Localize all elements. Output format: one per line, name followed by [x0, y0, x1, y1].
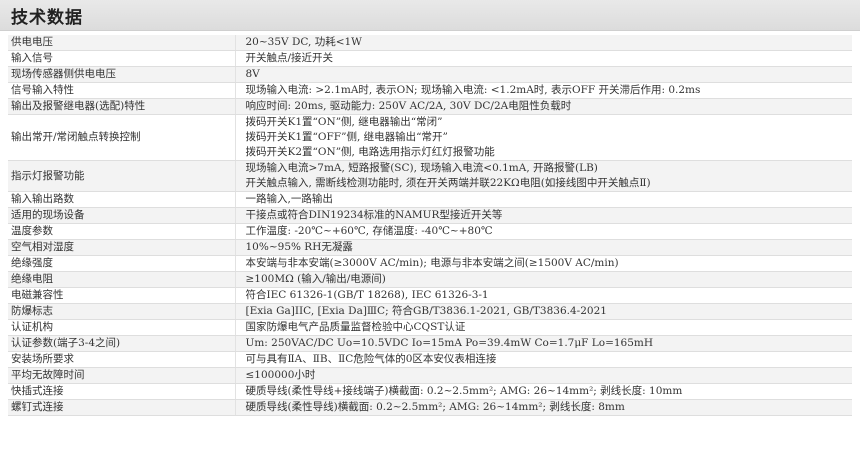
spec-label: 快插式连接 [8, 383, 236, 400]
spec-value-line: 拨码开关K1置“ON”侧, 继电器输出“常闭” [245, 116, 443, 128]
spec-value: 工作温度: -20℃~+60℃, 存储温度: -40℃~+80℃ [235, 223, 852, 240]
table-row: 空气相对湿度 10%~95% RH无凝露 [8, 239, 852, 256]
spec-label: 输入输出路数 [8, 191, 236, 208]
spec-value: 20~35V DC, 功耗<1W [235, 35, 852, 51]
spec-value-line: Um: 250VAC/DC Uo=10.5VDC Io=15mA Po=39.4… [245, 337, 654, 349]
spec-value: 硬质导线(柔性导线+接线端子)横截面: 0.2~2.5mm²; AMG: 26~… [235, 383, 852, 400]
table-row: 供电电压 20~35V DC, 功耗<1W [8, 35, 852, 51]
spec-value: 8V [235, 66, 852, 83]
spec-label: 安装场所要求 [8, 351, 236, 368]
spec-label: 输出常开/常闭触点转换控制 [8, 114, 236, 161]
spec-value: [Exia Ga]IIC, [Exia Da]ⅢC; 符合GB/T3836.1-… [235, 303, 852, 320]
spec-label: 输入信号 [8, 50, 236, 67]
spec-label: 电磁兼容性 [8, 287, 236, 304]
table-row: 平均无故障时间 ≤100000小时 [8, 367, 852, 384]
spec-value-line: 符合IEC 61326-1(GB/T 18268), IEC 61326-3-1 [245, 289, 489, 301]
spec-value-line: 响应时间: 20ms, 驱动能力: 250V AC/2A, 30V DC/2A电… [245, 100, 572, 112]
spec-value-line: 硬质导线(柔性导线)横截面: 0.2~2.5mm²; AMG: 26~14mm²… [245, 401, 625, 413]
spec-label: 绝缘强度 [8, 255, 236, 272]
spec-label: 供电电压 [8, 35, 236, 51]
table-row: 指示灯报警功能 现场输入电流>7mA, 短路报警(SC), 现场输入电流<0.1m… [8, 160, 852, 192]
spec-value-line: ≤100000小时 [245, 369, 316, 381]
table-row: 信号输入特性 现场输入电流: >2.1mA时, 表示ON; 现场输入电流: <1.… [8, 82, 852, 99]
table-row: 快插式连接 硬质导线(柔性导线+接线端子)横截面: 0.2~2.5mm²; AMG… [8, 383, 852, 400]
spec-value: ≤100000小时 [235, 367, 852, 384]
spec-label: 平均无故障时间 [8, 367, 236, 384]
spec-value: ≥100MΩ (输入/输出/电源间) [235, 271, 852, 288]
spec-value: 国家防爆电气产品质量监督检验中心CQST认证 [235, 319, 852, 336]
table-row: 电磁兼容性 符合IEC 61326-1(GB/T 18268), IEC 6132… [8, 287, 852, 304]
spec-label: 绝缘电阻 [8, 271, 236, 288]
table-row: 输入信号 开关触点/接近开关 [8, 50, 852, 67]
spec-label: 输出及报警继电器(选配)特性 [8, 98, 236, 115]
spec-value-line: 现场输入电流: >2.1mA时, 表示ON; 现场输入电流: <1.2mA时, … [245, 84, 701, 96]
header-bar: 技术数据 [0, 0, 860, 31]
spec-value-line: 20~35V DC, 功耗<1W [245, 36, 362, 48]
spec-value: 干接点或符合DIN19234标准的NAMUR型接近开关等 [235, 207, 852, 224]
table-row: 安装场所要求 可与具有ⅡA、ⅡB、ⅡC危险气体的0区本安仪表相连接 [8, 351, 852, 368]
spec-label: 认证机构 [8, 319, 236, 336]
table-row: 输入输出路数 一路输入,一路输出 [8, 191, 852, 208]
spec-label: 螺钉式连接 [8, 399, 236, 416]
table-row: 认证机构 国家防爆电气产品质量监督检验中心CQST认证 [8, 319, 852, 336]
table-row: 适用的现场设备 干接点或符合DIN19234标准的NAMUR型接近开关等 [8, 207, 852, 224]
spec-value: 本安端与非本安端(≥3000V AC/min); 电源与非本安端之间(≥1500… [235, 255, 852, 272]
spec-value-line: 工作温度: -20℃~+60℃, 存储温度: -40℃~+80℃ [245, 225, 493, 237]
spec-value-line: 10%~95% RH无凝露 [245, 241, 353, 253]
table-row: 输出常开/常闭触点转换控制 拨码开关K1置“ON”侧, 继电器输出“常闭” 拨码开关… [8, 114, 852, 161]
table-row: 温度参数 工作温度: -20℃~+60℃, 存储温度: -40℃~+80℃ [8, 223, 852, 240]
spec-value: 一路输入,一路输出 [235, 191, 852, 208]
spec-label: 现场传感器侧供电电压 [8, 66, 236, 83]
spec-value-line: [Exia Ga]IIC, [Exia Da]ⅢC; 符合GB/T3836.1-… [245, 305, 607, 317]
spec-value: 符合IEC 61326-1(GB/T 18268), IEC 61326-3-1 [235, 287, 852, 304]
spec-label: 温度参数 [8, 223, 236, 240]
spec-value: 开关触点/接近开关 [235, 50, 852, 67]
table-row: 防爆标志 [Exia Ga]IIC, [Exia Da]ⅢC; 符合GB/T383… [8, 303, 852, 320]
spec-value-line: 可与具有ⅡA、ⅡB、ⅡC危险气体的0区本安仪表相连接 [245, 353, 497, 365]
spec-value: 现场输入电流>7mA, 短路报警(SC), 现场输入电流<0.1mA, 开路报警… [235, 160, 852, 192]
table-row: 螺钉式连接 硬质导线(柔性导线)横截面: 0.2~2.5mm²; AMG: 26~… [8, 399, 852, 416]
table-row: 绝缘电阻 ≥100MΩ (输入/输出/电源间) [8, 271, 852, 288]
spec-value: 硬质导线(柔性导线)横截面: 0.2~2.5mm²; AMG: 26~14mm²… [235, 399, 852, 416]
table-row: 绝缘强度 本安端与非本安端(≥3000V AC/min); 电源与非本安端之间(≥… [8, 255, 852, 272]
spec-value-line: 开关触点输入, 需断线检测功能时, 须在开关两端并联22KΩ电阻(如接线图中开关… [245, 177, 651, 189]
spec-label: 空气相对湿度 [8, 239, 236, 256]
spec-label: 指示灯报警功能 [8, 160, 236, 192]
spec-table-body: 供电电压 20~35V DC, 功耗<1W 输入信号 开关触点/接近开关 现场传感器侧供… [8, 35, 852, 416]
spec-value-line: 拨码开关K2置“ON”侧, 电路选用指示灯红灯报警功能 [245, 146, 495, 158]
spec-value-line: 拨码开关K1置“OFF”侧, 继电器输出“常开” [245, 131, 448, 143]
spec-value-line: 一路输入,一路输出 [245, 193, 333, 205]
page-title: 技术数据 [11, 8, 83, 28]
spec-value: 拨码开关K1置“ON”侧, 继电器输出“常闭” 拨码开关K1置“OFF”侧, 继电… [235, 114, 852, 161]
spec-value: 可与具有ⅡA、ⅡB、ⅡC危险气体的0区本安仪表相连接 [235, 351, 852, 368]
table-row: 现场传感器侧供电电压 8V [8, 66, 852, 83]
spec-label: 认证参数(端子3-4之间) [8, 335, 236, 352]
spec-label: 信号输入特性 [8, 82, 236, 99]
spec-label: 适用的现场设备 [8, 207, 236, 224]
spec-table: 供电电压 20~35V DC, 功耗<1W 输入信号 开关触点/接近开关 现场传感器侧供… [8, 35, 852, 416]
table-row: 认证参数(端子3-4之间) Um: 250VAC/DC Uo=10.5VDC Io… [8, 335, 852, 352]
spec-value-line: 硬质导线(柔性导线+接线端子)横截面: 0.2~2.5mm²; AMG: 26~… [245, 385, 683, 397]
spec-value-line: 干接点或符合DIN19234标准的NAMUR型接近开关等 [245, 209, 503, 221]
spec-label: 防爆标志 [8, 303, 236, 320]
spec-value: 响应时间: 20ms, 驱动能力: 250V AC/2A, 30V DC/2A电… [235, 98, 852, 115]
spec-value: 10%~95% RH无凝露 [235, 239, 852, 256]
spec-value-line: 现场输入电流>7mA, 短路报警(SC), 现场输入电流<0.1mA, 开路报警… [245, 162, 598, 174]
spec-value-line: 8V [245, 68, 260, 80]
spec-value: Um: 250VAC/DC Uo=10.5VDC Io=15mA Po=39.4… [235, 335, 852, 352]
spec-value-line: ≥100MΩ (输入/输出/电源间) [245, 273, 386, 285]
spec-value-line: 国家防爆电气产品质量监督检验中心CQST认证 [245, 321, 466, 333]
spec-value-line: 本安端与非本安端(≥3000V AC/min); 电源与非本安端之间(≥1500… [245, 257, 619, 269]
spec-value-line: 开关触点/接近开关 [245, 52, 334, 64]
table-row: 输出及报警继电器(选配)特性 响应时间: 20ms, 驱动能力: 250V AC/… [8, 98, 852, 115]
spec-value: 现场输入电流: >2.1mA时, 表示ON; 现场输入电流: <1.2mA时, … [235, 82, 852, 99]
